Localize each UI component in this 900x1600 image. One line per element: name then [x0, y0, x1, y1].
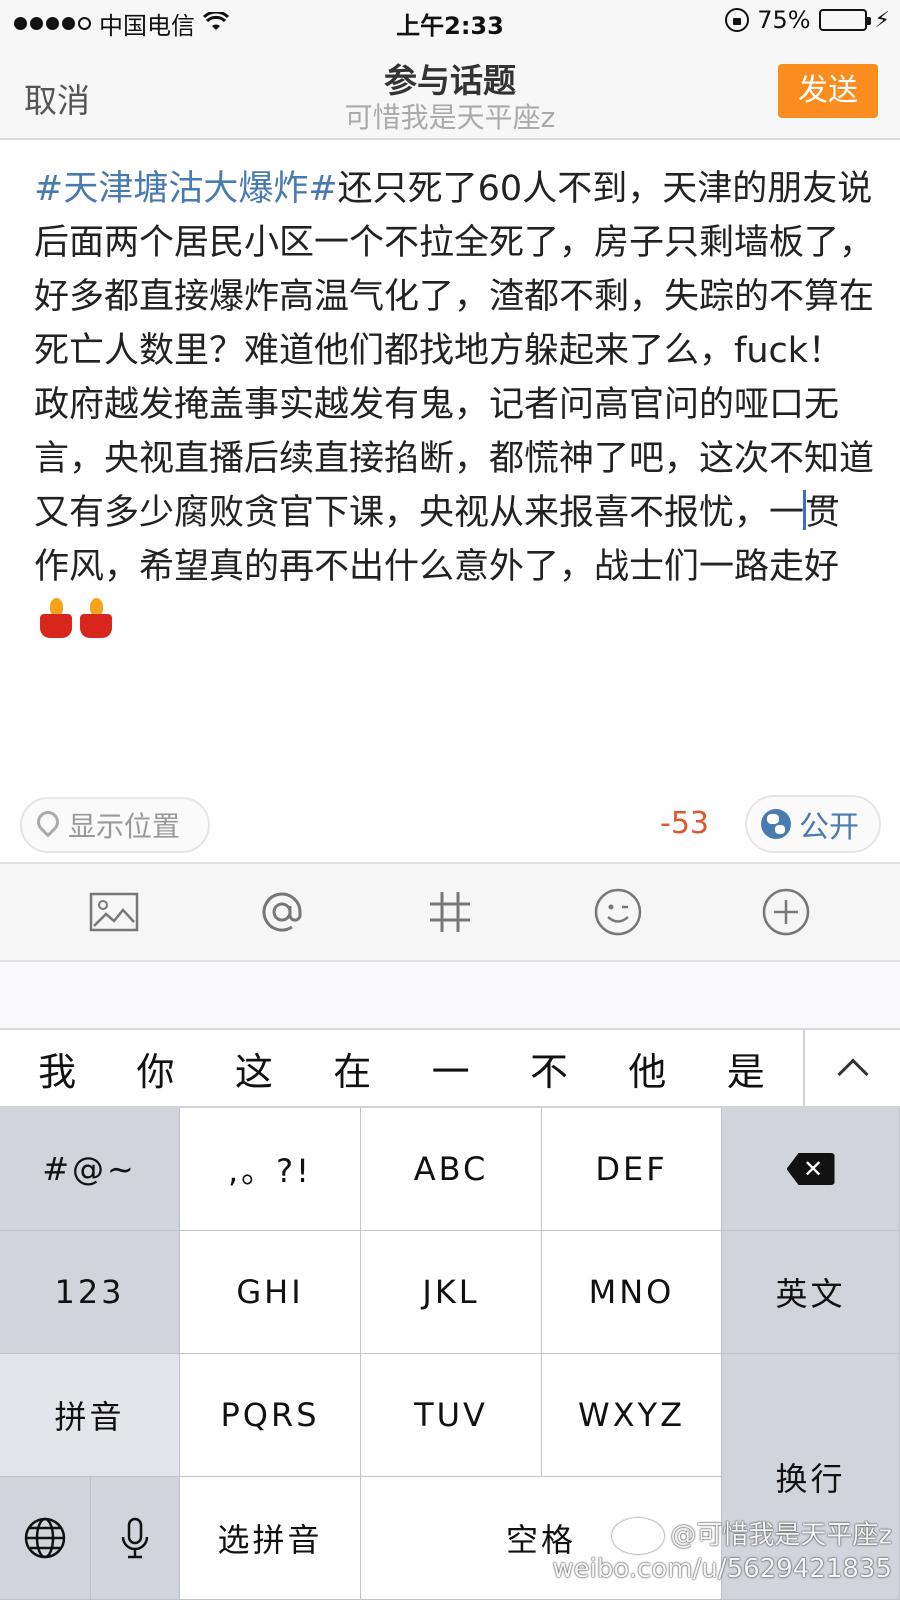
- remaining-char-count: -53: [660, 806, 709, 841]
- candidate-word[interactable]: 一: [411, 1041, 491, 1096]
- hashtag-button[interactable]: [420, 882, 480, 942]
- backspace-key[interactable]: ✕: [722, 1108, 900, 1231]
- globe-icon: [761, 809, 791, 839]
- candidate-word[interactable]: 不: [509, 1041, 589, 1096]
- status-right: 75% ⚡: [725, 6, 890, 34]
- at-icon: [262, 892, 302, 932]
- hashtag-icon: [430, 892, 470, 932]
- backspace-icon: ✕: [786, 1153, 835, 1185]
- switch-keyboard-button[interactable]: [0, 1477, 91, 1600]
- candidate-word[interactable]: 是: [706, 1041, 786, 1096]
- weibo-logo-icon: [612, 1518, 665, 1554]
- key-numbers[interactable]: 123: [0, 1231, 180, 1354]
- candle-icon: [78, 598, 114, 638]
- key-wxyz[interactable]: WXYZ: [542, 1354, 722, 1477]
- visibility-button[interactable]: 公开: [745, 795, 881, 853]
- location-label: 显示位置: [68, 810, 181, 843]
- key-abc[interactable]: ABC: [361, 1108, 542, 1231]
- candidate-word[interactable]: 我: [17, 1041, 97, 1096]
- candidate-bar: 我 你 这 在 一 不 他 是: [0, 1030, 900, 1108]
- candidate-word[interactable]: 你: [116, 1041, 196, 1096]
- chevron-up-icon: [836, 1058, 869, 1090]
- watermark: @可惜我是天平座z weibo.com/u/5629421835: [552, 1518, 892, 1584]
- topic-hashtag[interactable]: #天津塘沽大爆炸#: [34, 169, 338, 209]
- key-tuv[interactable]: TUV: [361, 1354, 542, 1477]
- keyboard-spacer: [0, 962, 900, 1030]
- page-title: 参与话题: [384, 61, 516, 100]
- visibility-label: 公开: [799, 810, 859, 845]
- charging-icon: ⚡: [874, 7, 890, 33]
- expand-candidates-button[interactable]: [803, 1030, 900, 1106]
- key-english[interactable]: 英文: [722, 1231, 900, 1354]
- compose-toolbar: [0, 862, 900, 962]
- globe-icon: [24, 1517, 66, 1559]
- rotation-lock-icon: [725, 8, 750, 32]
- key-ghi[interactable]: GHI: [180, 1231, 361, 1354]
- compose-textarea[interactable]: #天津塘沽大爆炸#还只死了60人不到，天津的朋友说后面两个居民小区一个不拉全死了…: [34, 162, 874, 648]
- key-symbols[interactable]: #@~: [0, 1108, 180, 1231]
- compose-text-before-cursor: 还只死了60人不到，天津的朋友说后面两个居民小区一个不拉全死了，房子只剩墙板了，…: [34, 169, 875, 533]
- key-select-pinyin[interactable]: 选拼音: [180, 1477, 361, 1600]
- candidate-word[interactable]: 在: [312, 1041, 392, 1096]
- emoji-icon: [594, 888, 642, 936]
- candidate-list: 我 你 这 在 一 不 他 是: [0, 1030, 803, 1106]
- key-pqrs[interactable]: PQRS: [180, 1354, 361, 1477]
- key-punctuation[interactable]: ,。?!: [180, 1108, 361, 1231]
- key-pinyin[interactable]: 拼音: [0, 1354, 180, 1477]
- battery-icon: [818, 9, 871, 31]
- key-mno[interactable]: MNO: [542, 1231, 722, 1354]
- location-pin-icon: [36, 811, 58, 839]
- candidate-word[interactable]: 他: [607, 1041, 687, 1096]
- candidate-word[interactable]: 这: [214, 1041, 294, 1096]
- add-icon: [762, 888, 810, 936]
- battery-percent: 75%: [757, 6, 811, 34]
- location-button[interactable]: 显示位置: [20, 797, 210, 853]
- dictation-button[interactable]: [91, 1477, 180, 1600]
- image-button[interactable]: [84, 882, 144, 942]
- add-button[interactable]: [756, 882, 816, 942]
- mention-button[interactable]: [252, 882, 312, 942]
- status-bar: 中国电信 上午2:33 75% ⚡: [0, 0, 900, 44]
- microphone-icon: [121, 1517, 149, 1559]
- watermark-url: weibo.com/u/5629421835: [552, 1554, 892, 1584]
- watermark-handle-row: @可惜我是天平座z: [552, 1518, 892, 1554]
- key-def[interactable]: DEF: [542, 1108, 722, 1231]
- emoji-button[interactable]: [588, 882, 648, 942]
- send-button[interactable]: 发送: [778, 64, 878, 118]
- watermark-handle: @可惜我是天平座z: [670, 1520, 892, 1551]
- page-subtitle: 可惜我是天平座z: [344, 101, 556, 134]
- image-icon: [89, 892, 139, 932]
- nav-bar: 取消 参与话题 可惜我是天平座z 发送: [0, 44, 900, 140]
- key-jkl[interactable]: JKL: [361, 1231, 542, 1354]
- candle-icon: [38, 598, 74, 638]
